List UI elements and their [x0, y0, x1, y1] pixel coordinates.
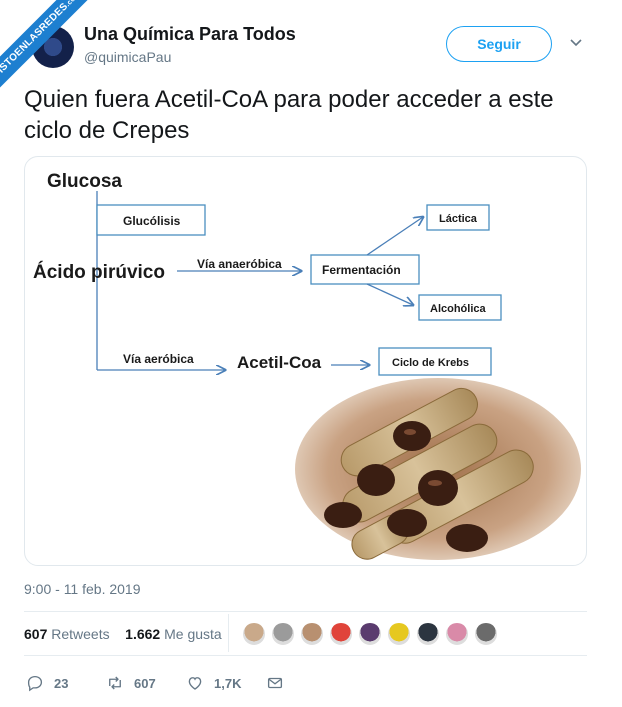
liker-avatar[interactable]	[416, 622, 440, 646]
like-count: 1,7K	[214, 675, 242, 691]
label-glucosa: Glucosa	[47, 171, 122, 192]
liker-avatar[interactable]	[242, 622, 266, 646]
crepes-photo	[295, 378, 581, 560]
tweet-actions: 23 607 1,7K	[24, 672, 324, 694]
label-acetil-coa: Acetil-Coa	[237, 353, 322, 372]
tweet-header: Una Química Para Todos @quimicaPau Segui…	[32, 18, 602, 74]
divider	[24, 655, 587, 656]
like-button[interactable]: 1,7K	[186, 672, 241, 694]
likes-label[interactable]: Me gusta	[164, 626, 222, 642]
watermark-text: VISTOENLASREDES	[0, 1, 71, 81]
lactica-arrow	[366, 217, 423, 256]
account-name[interactable]: Una Química Para Todos	[84, 24, 296, 45]
alcoholica-arrow	[366, 283, 413, 305]
liker-avatar[interactable]	[358, 622, 382, 646]
liker-avatar[interactable]	[445, 622, 469, 646]
liker-avatar[interactable]	[474, 622, 498, 646]
retweet-button[interactable]: 607	[106, 672, 156, 694]
label-fermentacion: Fermentación	[322, 263, 401, 277]
label-acido-piruvico: Ácido pirúvico	[33, 261, 165, 283]
label-ciclo-krebs: Ciclo de Krebs	[392, 357, 469, 369]
tweet-media[interactable]: Glucosa Glucólisis Ácido pirúvico Vía an…	[24, 156, 587, 566]
envelope-icon	[267, 677, 283, 689]
liker-avatar[interactable]	[329, 622, 353, 646]
liker-avatar[interactable]	[300, 622, 324, 646]
stats-separator	[228, 614, 229, 652]
chevron-down-icon[interactable]	[570, 36, 582, 48]
reply-count: 23	[54, 675, 69, 691]
likes-count[interactable]: 1.662	[125, 626, 160, 642]
metabolism-diagram: Glucosa Glucólisis Ácido pirúvico Vía an…	[33, 171, 581, 560]
tweet-stats: 607 Retweets 1.662 Me gusta	[24, 626, 222, 642]
watermark: VISTOENLASREDES.com	[0, 0, 100, 100]
retweet-count: 607	[134, 675, 156, 691]
tweet-timestamp[interactable]: 9:00 - 11 feb. 2019	[24, 581, 141, 597]
tweet-text: Quien fuera Acetil-CoA para poder accede…	[24, 86, 554, 144]
retweets-count[interactable]: 607	[24, 626, 47, 642]
label-alcoholica: Alcohólica	[430, 303, 487, 315]
retweets-label[interactable]: Retweets	[51, 626, 109, 642]
follow-button[interactable]: Seguir	[446, 26, 552, 62]
label-glucolisis: Glucólisis	[123, 214, 181, 228]
heart-icon	[188, 677, 202, 690]
liker-avatar[interactable]	[387, 622, 411, 646]
reply-icon	[27, 675, 43, 692]
reply-button[interactable]: 23	[26, 672, 68, 694]
label-via-anaerobica: Vía anaeróbica	[197, 257, 282, 271]
divider	[24, 611, 587, 612]
liker-avatar[interactable]	[271, 622, 295, 646]
watermark-band: VISTOENLASREDES.com	[0, 0, 98, 96]
label-via-aerobica: Vía aeróbica	[123, 352, 194, 366]
label-lactica: Láctica	[439, 213, 478, 225]
message-button[interactable]	[266, 672, 284, 694]
retweet-icon	[109, 676, 121, 690]
